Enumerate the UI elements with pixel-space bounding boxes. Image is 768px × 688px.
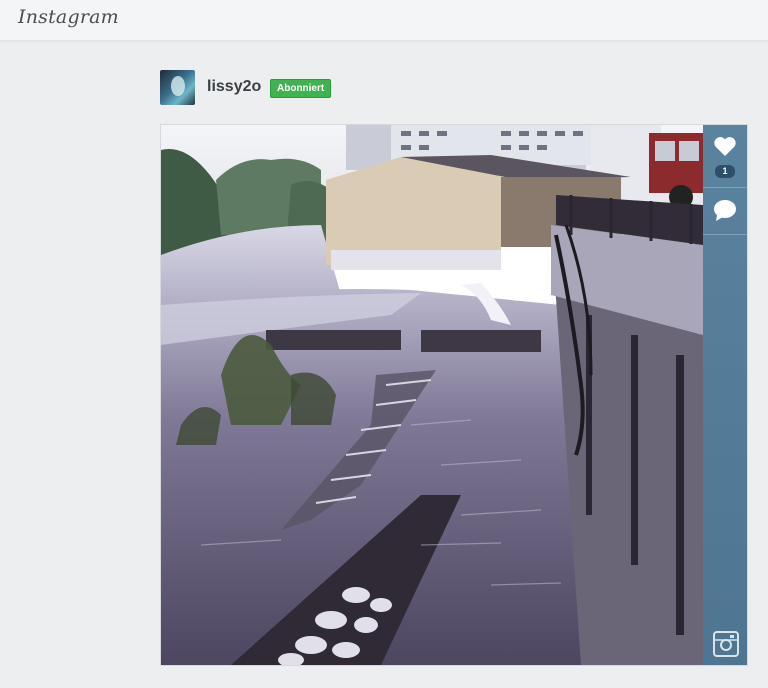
post-photo[interactable] — [161, 125, 703, 665]
instagram-icon[interactable] — [713, 631, 739, 657]
instagram-logo[interactable]: Instagram — [18, 6, 119, 28]
like-count: 1 — [715, 165, 735, 178]
flooded-street-image — [161, 125, 703, 665]
top-bar: Instagram — [0, 0, 768, 41]
avatar[interactable] — [160, 70, 195, 105]
action-sidebar: 1 — [703, 125, 747, 665]
post-header: lissy2o Abonniert — [160, 70, 460, 106]
username-link[interactable]: lissy2o — [207, 78, 261, 96]
post-card: 1 — [160, 124, 748, 666]
comment-icon — [714, 200, 736, 221]
heart-icon — [714, 137, 736, 156]
follow-status-button[interactable]: Abonniert — [270, 79, 332, 98]
like-button[interactable]: 1 — [703, 125, 747, 188]
comment-button[interactable] — [703, 188, 747, 235]
